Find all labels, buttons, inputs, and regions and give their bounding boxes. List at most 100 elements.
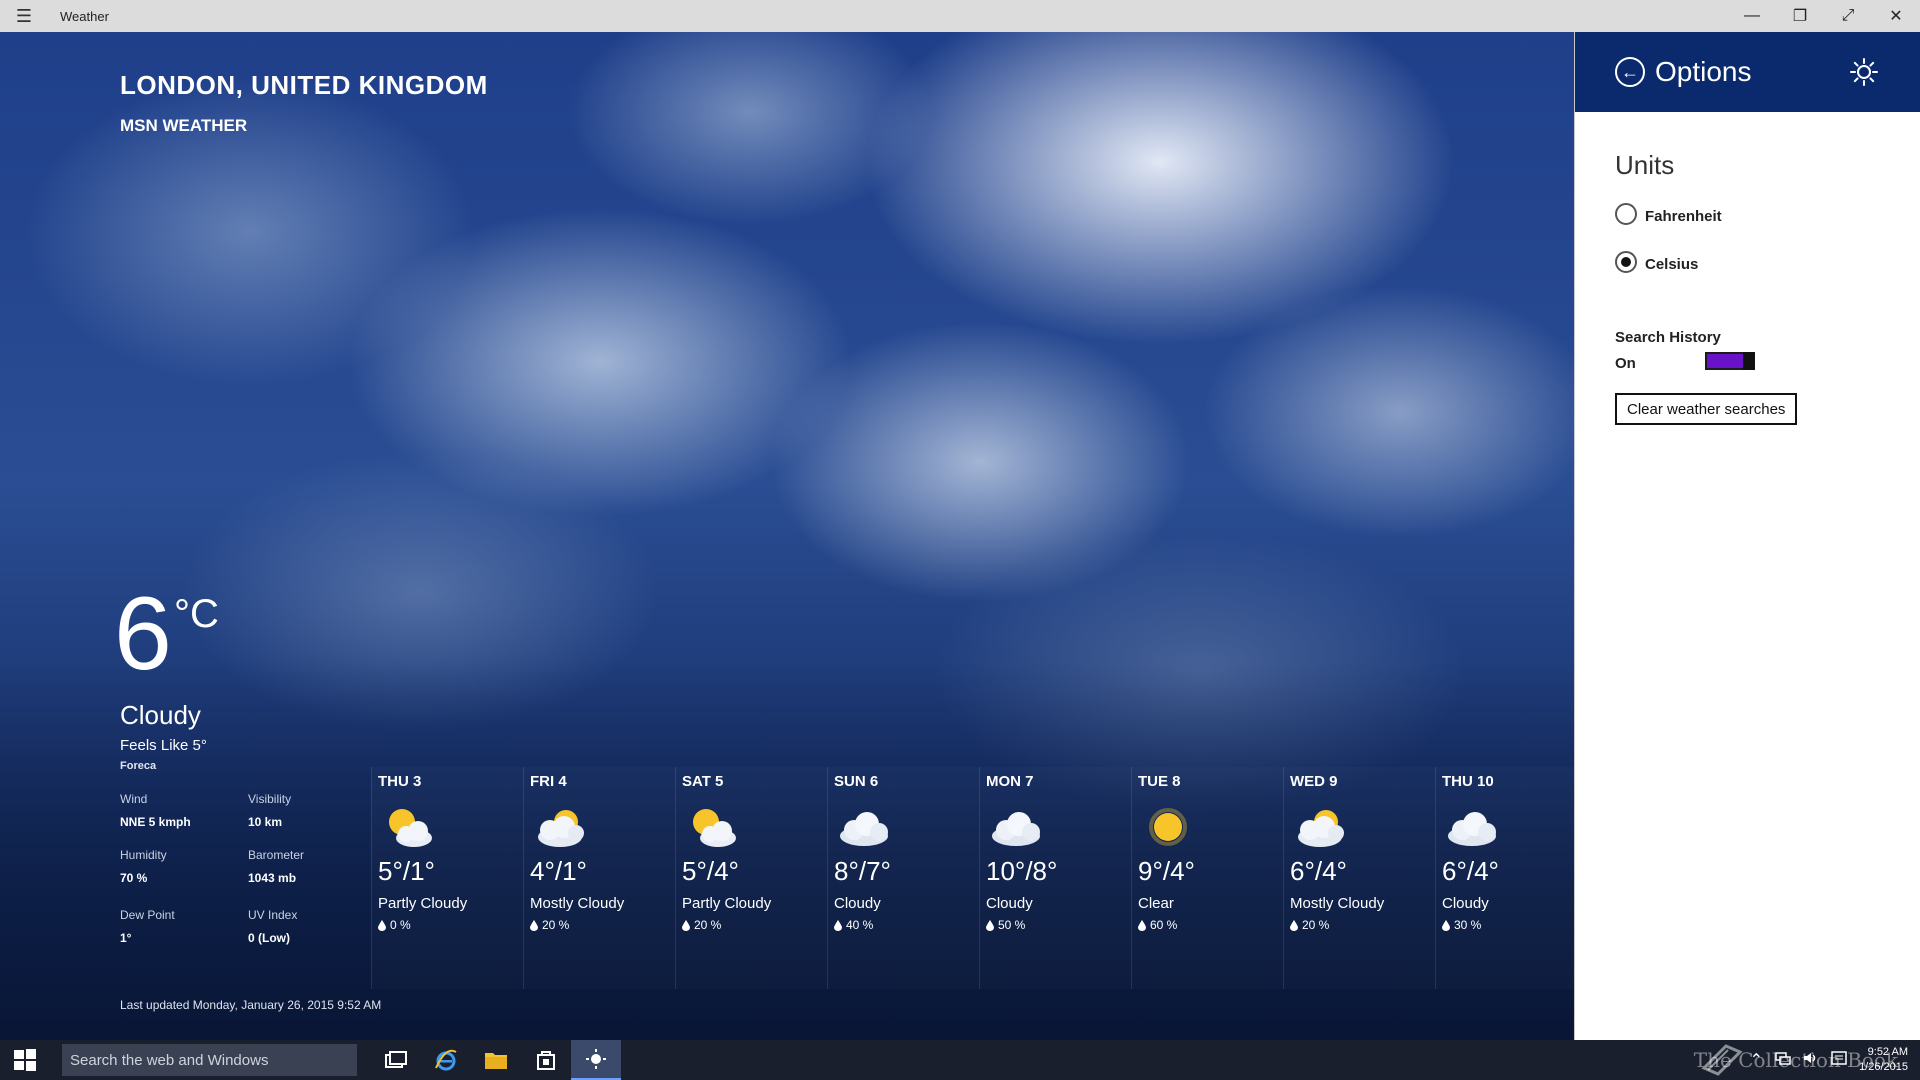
forecast-condition: Partly Cloudy	[378, 895, 468, 912]
precip-value: 20 %	[1302, 918, 1330, 932]
forecast-precip: 0 %	[378, 918, 523, 932]
minimize-button[interactable]: —	[1728, 0, 1776, 32]
mostly-cloudy-icon	[1290, 800, 1350, 854]
provider-label: MSN WEATHER	[120, 116, 248, 135]
detail-value: 0 (Low)	[248, 931, 290, 945]
task-view-icon[interactable]	[371, 1040, 421, 1080]
internet-explorer-icon[interactable]	[421, 1040, 471, 1080]
celsius-option[interactable]: Celsius	[1615, 250, 1698, 273]
forecast-day-name: THU 10	[1442, 773, 1494, 790]
raindrop-icon	[834, 919, 842, 931]
forecast-day[interactable]: WED 9 6°/4° Mostly Cloudy 20 %	[1283, 767, 1435, 989]
forecast-day-name: SUN 6	[834, 773, 879, 790]
forecast-day-name: THU 3	[378, 773, 422, 790]
detail-label: Wind	[120, 792, 148, 806]
options-title: Options	[1655, 56, 1752, 87]
detail-humidity: Humidity 70 %	[120, 848, 167, 885]
precip-value: 30 %	[1454, 918, 1482, 932]
forecast-precip: 30 %	[1442, 918, 1574, 932]
precip-value: 0 %	[390, 918, 411, 932]
fahrenheit-option[interactable]: Fahrenheit	[1615, 202, 1722, 225]
partly-cloudy-icon	[378, 800, 438, 854]
raindrop-icon	[1290, 919, 1298, 931]
raindrop-icon	[530, 919, 538, 931]
forecast-high-low: 9°/4°	[1138, 856, 1195, 886]
detail-label: Dew Point	[120, 908, 175, 922]
forecast-precip: 60 %	[1138, 918, 1283, 932]
forecast-day-name: SAT 5	[682, 773, 724, 790]
forecast-day[interactable]: MON 7 10°/8° Cloudy 50 %	[979, 767, 1131, 989]
detail-visibility: Visibility 10 km	[248, 792, 291, 829]
toggle-knob[interactable]	[1743, 352, 1755, 370]
fahrenheit-label: Fahrenheit	[1645, 208, 1722, 225]
forecast-precip: 40 %	[834, 918, 979, 932]
precip-value: 40 %	[846, 918, 874, 932]
fahrenheit-radio[interactable]	[1615, 202, 1637, 225]
forecast-day-name: MON 7	[986, 773, 1034, 790]
mostly-cloudy-icon	[530, 800, 590, 854]
raindrop-icon	[682, 919, 690, 931]
forecast-day[interactable]: THU 3 5°/1° Partly Cloudy 0 %	[371, 767, 523, 989]
forecast-high-low: 5°/4°	[682, 856, 739, 886]
units-heading: Units	[1615, 150, 1675, 180]
forecast-day-name: WED 9	[1290, 773, 1338, 790]
raindrop-icon	[378, 919, 386, 931]
weather-app-taskbar-icon[interactable]	[571, 1040, 621, 1080]
clear-searches-button[interactable]: Clear weather searches	[1615, 393, 1798, 425]
forecast-day[interactable]: SAT 5 5°/4° Partly Cloudy 20 %	[675, 767, 827, 989]
cloudy-icon	[1442, 800, 1502, 854]
detail-uv-index: UV Index 0 (Low)	[248, 908, 297, 945]
detail-label: Humidity	[120, 848, 167, 862]
search-history-label: Search History	[1615, 329, 1721, 346]
data-source: Foreca	[120, 760, 157, 772]
cloudy-icon	[986, 800, 1046, 854]
location-title: LONDON, UNITED KINGDOM	[120, 70, 488, 100]
taskbar: Search the web and Windows ⌃ 9:52 AM 1/2…	[0, 1040, 1920, 1080]
forecast-condition: Partly Cloudy	[682, 895, 772, 912]
partly-cloudy-icon	[682, 800, 742, 854]
precip-value: 20 %	[542, 918, 570, 932]
precip-value: 60 %	[1150, 918, 1178, 932]
forecast-high-low: 6°/4°	[1290, 856, 1347, 886]
back-arrow-icon[interactable]: ←	[1615, 57, 1645, 87]
hamburger-menu-icon[interactable]: ☰	[0, 0, 48, 32]
precip-value: 50 %	[998, 918, 1026, 932]
last-updated: Last updated Monday, January 26, 2015 9:…	[120, 998, 382, 1012]
title-bar: ☰ Weather — ❐ ⤢ ✕	[0, 0, 1920, 32]
sun-icon	[1138, 800, 1198, 854]
current-temperature: 6	[114, 576, 172, 692]
forecast-day[interactable]: SUN 6 8°/7° Cloudy 40 %	[827, 767, 979, 989]
forecast-high-low: 4°/1°	[530, 856, 587, 886]
current-condition: Cloudy	[120, 700, 201, 730]
celsius-radio[interactable]	[1615, 250, 1637, 273]
forecast-high-low: 5°/1°	[378, 856, 435, 886]
taskbar-search-input[interactable]: Search the web and Windows	[62, 1044, 357, 1076]
fullscreen-button[interactable]: ⤢	[1824, 0, 1872, 32]
detail-barometer: Barometer 1043 mb	[248, 848, 304, 885]
cloudy-icon	[834, 800, 894, 854]
search-history-toggle[interactable]	[1705, 352, 1755, 370]
forecast-precip: 20 %	[1290, 918, 1435, 932]
weather-main: LONDON, UNITED KINGDOM MSN WEATHER 6 °C …	[0, 32, 1574, 1040]
forecast-high-low: 8°/7°	[834, 856, 891, 886]
options-header: ← Options	[1575, 32, 1920, 112]
forecast-condition: Clear	[1138, 895, 1174, 912]
forecast-condition: Cloudy	[834, 895, 881, 912]
options-panel: ← Options Units Fahrenheit Celsius Searc…	[1574, 32, 1920, 1040]
watermark-text: The Collection Book	[1693, 1048, 1898, 1072]
file-explorer-icon[interactable]	[471, 1040, 521, 1080]
forecast-day-name: FRI 4	[530, 773, 567, 790]
forecast-day[interactable]: THU 10 6°/4° Cloudy 30 %	[1435, 767, 1574, 989]
windows-start-icon[interactable]	[0, 1040, 50, 1080]
restore-button[interactable]: ❐	[1776, 0, 1824, 32]
forecast-day[interactable]: TUE 8 9°/4° Clear 60 %	[1131, 767, 1283, 989]
store-icon[interactable]	[521, 1040, 571, 1080]
forecast-day[interactable]: FRI 4 4°/1° Mostly Cloudy 20 %	[523, 767, 675, 989]
detail-label: UV Index	[248, 908, 298, 922]
raindrop-icon	[1442, 919, 1450, 931]
close-button[interactable]: ✕	[1872, 0, 1920, 32]
forecast-precip: 20 %	[530, 918, 675, 932]
forecast-condition: Cloudy	[986, 895, 1033, 912]
celsius-label: Celsius	[1645, 256, 1699, 273]
search-history-state: On	[1615, 355, 1636, 372]
